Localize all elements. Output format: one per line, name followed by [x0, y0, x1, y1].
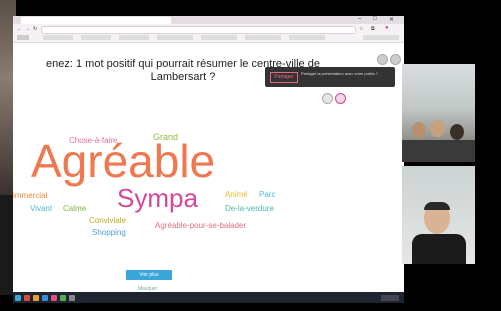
app-icon[interactable] — [42, 295, 48, 301]
participant-head — [450, 124, 464, 140]
app-icon[interactable] — [60, 295, 66, 301]
headphones-icon — [424, 202, 450, 210]
app-icon[interactable] — [69, 295, 75, 301]
system-tray-clock — [381, 295, 399, 301]
app-icon[interactable] — [33, 295, 39, 301]
participant-shirt — [412, 234, 466, 264]
word-cloud-item: Shopping — [92, 228, 126, 237]
share-button[interactable]: Partager — [270, 72, 298, 83]
share-notification: Partager Partager la présentation avec v… — [265, 67, 395, 87]
mini-control-icon[interactable] — [335, 93, 346, 104]
word-cloud-item: De-la-verdure — [225, 204, 274, 213]
app-icon[interactable] — [51, 295, 57, 301]
word-cloud-item: Agréable-pour-se-balader — [155, 221, 247, 230]
participant-head — [430, 120, 445, 137]
share-message: Partager la présentation avec votre publ… — [301, 71, 379, 76]
word-cloud-item: Calme — [63, 204, 87, 213]
word-cloud-item: Agréable — [31, 135, 216, 187]
participant-video-group — [402, 64, 475, 162]
word-cloud: Chose-à-faire Grand Agréable Sympa immer… — [13, 16, 404, 303]
see-more-button[interactable]: Voir plus — [126, 270, 172, 280]
word-cloud-item: Animé — [225, 190, 248, 199]
word-cloud-item: Parc — [259, 190, 276, 199]
start-icon[interactable] — [15, 295, 21, 301]
participant-video-single — [402, 166, 475, 264]
shared-screen: – □ ✕ ← → ↻ ☆ ⧉ ● enez: 1 mot positif qu… — [13, 16, 404, 303]
mini-control-icon[interactable] — [322, 93, 333, 104]
word-cloud-item: Conviviale — [89, 216, 126, 225]
word-cloud-item: Sympa — [117, 183, 198, 213]
participants-shirts — [402, 140, 475, 162]
participant-head — [412, 122, 426, 138]
word-cloud-item: immercial — [13, 191, 48, 200]
app-icon[interactable] — [24, 295, 30, 301]
word-cloud-item: Vivant — [30, 204, 53, 213]
